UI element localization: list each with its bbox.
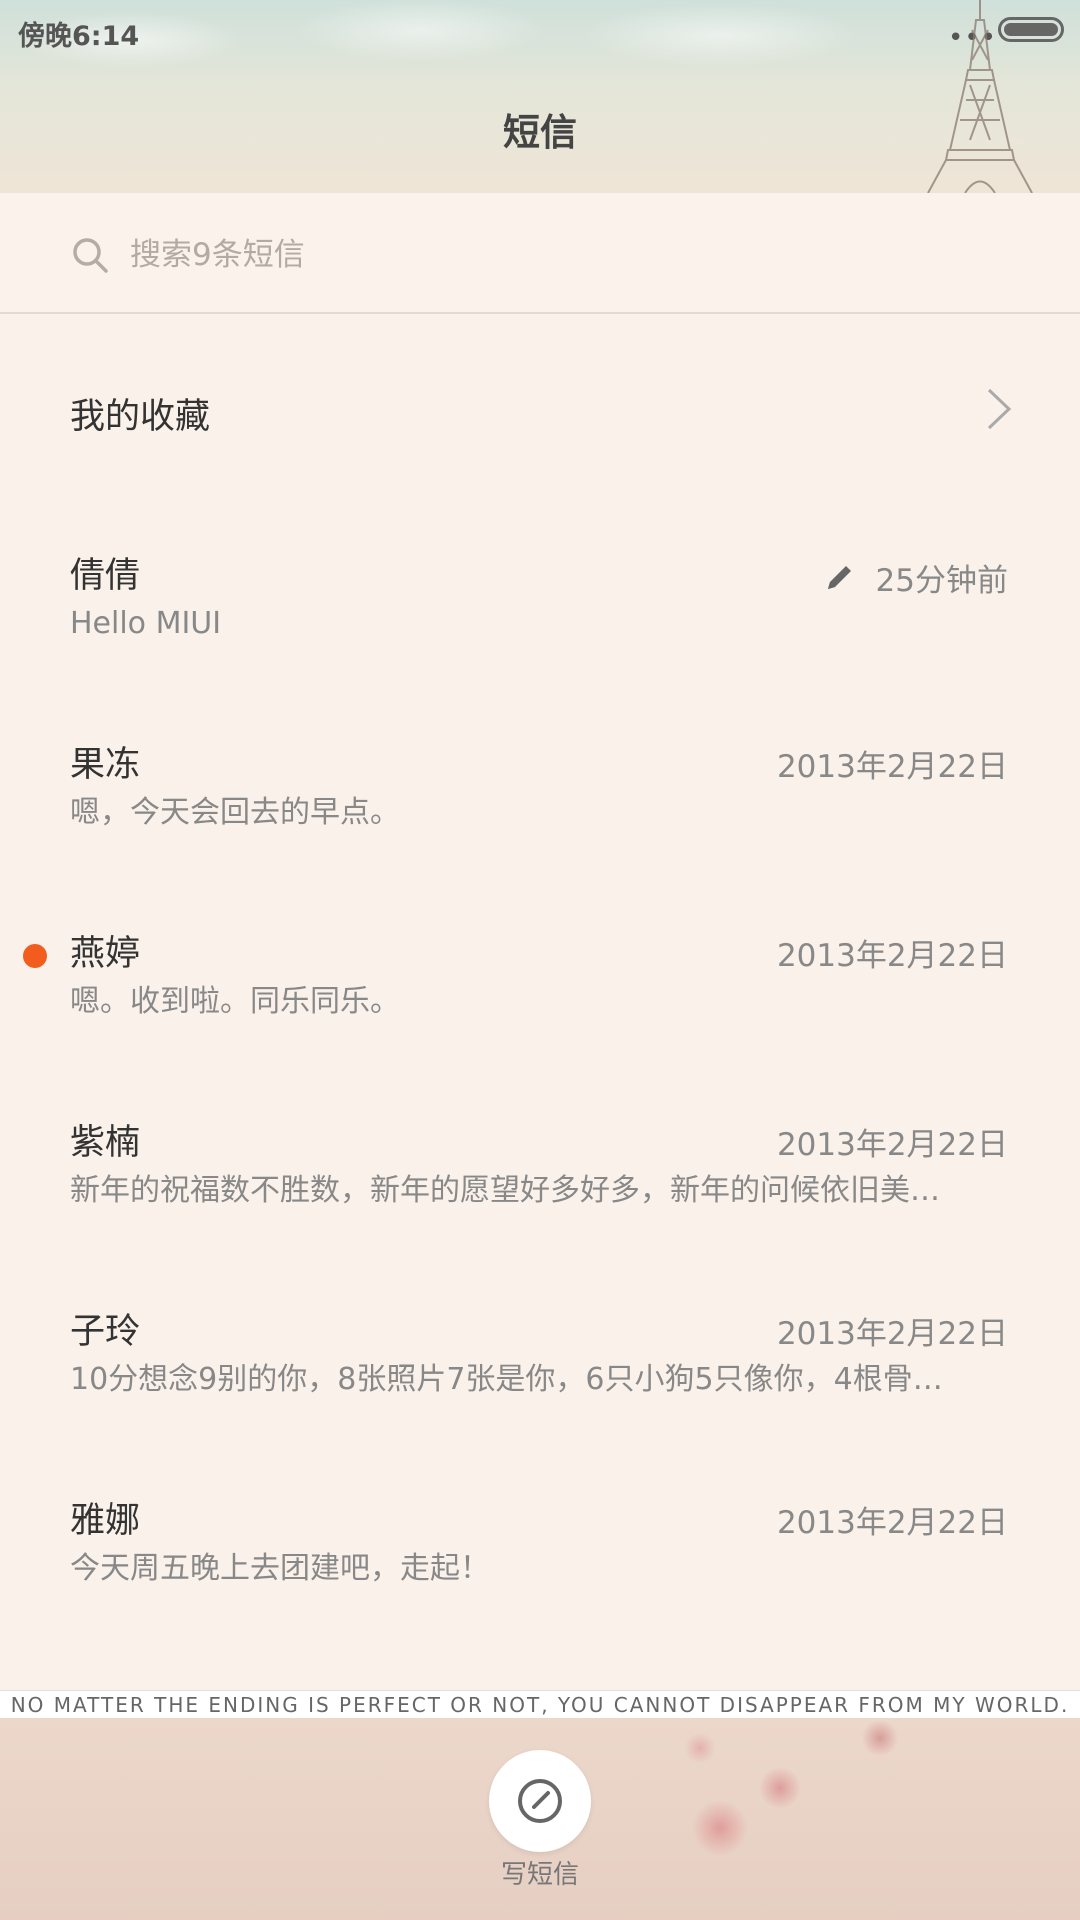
bottom-bar: 写短信 [0, 1718, 1080, 1920]
contact-name: 燕婷 [70, 934, 141, 974]
eiffel-tower-image [927, 0, 1033, 193]
conversation-item[interactable]: 子玲 2013年2月22日 10分想念9别的你，8张照片7张是你，6只小狗5只像… [0, 1309, 1080, 1498]
draft-indicator: 25分钟前 [824, 555, 1008, 599]
conversation-item[interactable]: 雅娜 2013年2月22日 今天周五晚上去团建吧，走起！ [0, 1498, 1080, 1687]
message-preview: 嗯。收到啦。同乐同乐。 [70, 984, 400, 1019]
message-preview: 嗯，今天会回去的早点。 [70, 795, 400, 830]
contact-name: 倩倩 [70, 556, 141, 596]
compose-label[interactable]: 写短信 [0, 1854, 1080, 1891]
conversation-item[interactable]: 倩倩 25分钟前 Hello MIUI [0, 553, 1080, 742]
search-input[interactable] [130, 225, 930, 285]
page-title: 短信 [503, 111, 577, 154]
header: 傍晚6:14 ••• 短信 [0, 0, 1080, 193]
sms-app-screen: 傍晚6:14 ••• 短信 我的收藏 [0, 0, 1080, 1920]
status-time: 傍晚6:14 [18, 21, 140, 52]
conversation-time: 2013年2月22日 [776, 1127, 1008, 1163]
conversation-time: 25分钟前 [875, 562, 1008, 599]
compose-icon [518, 1779, 562, 1823]
conversation-item[interactable]: 紫楠 2013年2月22日 新年的祝福数不胜数，新年的愿望好多好多，新年的问候依… [0, 1120, 1080, 1309]
message-preview: 今天周五晚上去团建吧，走起！ [70, 1551, 490, 1586]
conversation-item[interactable]: 果冻 2013年2月22日 嗯，今天会回去的早点。 [0, 742, 1080, 931]
contact-name: 紫楠 [70, 1123, 141, 1163]
pencil-icon [827, 566, 851, 589]
message-preview: 10分想念9别的你，8张照片7张是你，6只小狗5只像你，4根骨… [70, 1362, 943, 1397]
conversation-item[interactable]: 燕婷 2013年2月22日 嗯。收到啦。同乐同乐。 [0, 931, 1080, 1120]
conversation-time: 2013年2月22日 [776, 749, 1008, 785]
compose-button[interactable] [489, 1750, 591, 1852]
search-bar[interactable] [0, 193, 1080, 314]
message-preview: 新年的祝福数不胜数，新年的愿望好多好多，新年的问候依旧美… [70, 1173, 940, 1208]
tagline-text: NO MATTER THE ENDING IS PERFECT OR NOT, … [0, 1690, 1080, 1718]
search-icon [73, 238, 108, 273]
conversation-time: 2013年2月22日 [776, 1316, 1008, 1352]
chevron-right-icon [987, 388, 1012, 430]
message-preview: Hello MIUI [70, 606, 222, 641]
unread-indicator [23, 944, 47, 968]
contact-name: 子玲 [70, 1312, 141, 1352]
favorites-label: 我的收藏 [70, 397, 211, 437]
contact-name: 果冻 [70, 745, 141, 785]
conversation-time: 2013年2月22日 [776, 1505, 1008, 1541]
contact-name: 雅娜 [70, 1501, 141, 1541]
conversation-time: 2013年2月22日 [776, 938, 1008, 974]
favorites-row[interactable]: 我的收藏 [0, 316, 1080, 506]
